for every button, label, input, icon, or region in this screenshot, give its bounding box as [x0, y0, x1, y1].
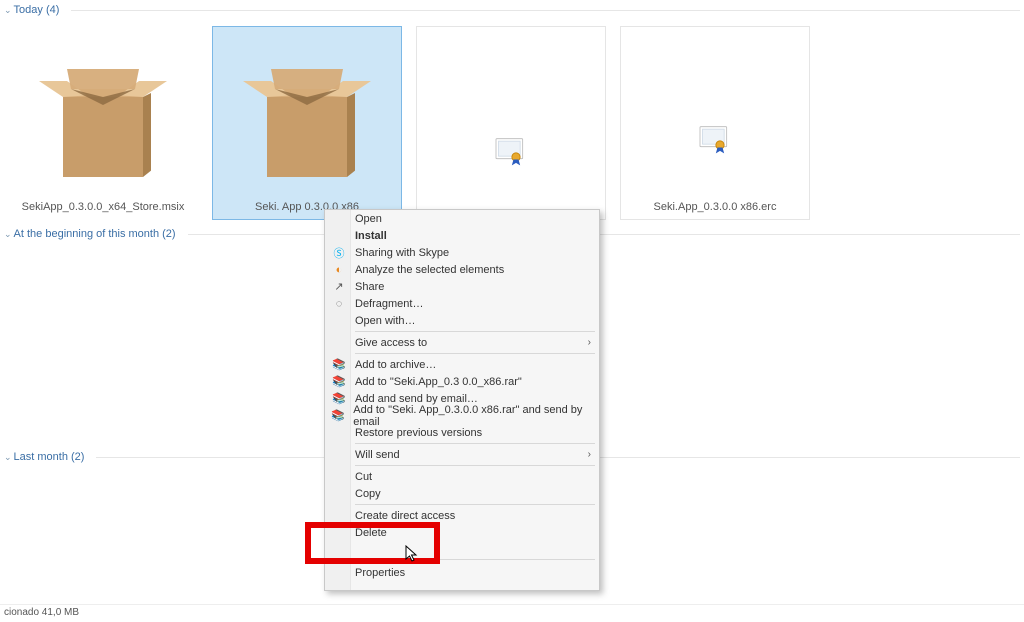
- file-label: Seki.App_0.3.0.0 x86.erc: [626, 201, 804, 213]
- analyze-icon: ◐: [329, 264, 349, 276]
- group-header-today[interactable]: ⌄ Today (4): [0, 0, 1024, 18]
- menu-will-send[interactable]: Will send ›: [325, 446, 599, 463]
- context-menu: Open Install Ⓢ Sharing with Skype ◐ Analyz…: [324, 209, 600, 591]
- menu-label: Add to "Seki.App_0.3 0.0_x86.rar": [355, 376, 522, 388]
- winrar-icon: 📚: [329, 409, 347, 422]
- chevron-down-icon: ⌄: [4, 5, 12, 16]
- file-row-today: SekiApp_0.3.0.0_x64_Store.msix Seki. App…: [0, 18, 1024, 220]
- menu-install[interactable]: Install: [325, 227, 599, 244]
- submenu-arrow-icon: ›: [588, 337, 591, 348]
- menu-label: Properties: [355, 567, 405, 579]
- menu-label: Open with…: [355, 315, 416, 327]
- menu-open-with[interactable]: Open with…: [325, 312, 599, 329]
- menu-label: Defragment…: [355, 298, 423, 310]
- chevron-down-icon: ⌄: [4, 229, 12, 240]
- menu-label: Add to archive…: [355, 359, 436, 371]
- certificate-icon: [494, 137, 528, 167]
- menu-open[interactable]: Open: [325, 210, 599, 227]
- menu-analyze[interactable]: ◐ Analyze the selected elements: [325, 261, 599, 278]
- submenu-arrow-icon: ›: [588, 449, 591, 460]
- menu-cut[interactable]: Cut: [325, 468, 599, 485]
- chevron-down-icon: ⌄: [4, 452, 12, 463]
- menu-separator: [355, 504, 595, 505]
- menu-label: Install: [355, 230, 387, 242]
- menu-restore-prev[interactable]: Restore previous versions: [325, 424, 599, 441]
- group-label: At the beginning of this month (2): [14, 228, 176, 240]
- menu-separator: [355, 465, 595, 466]
- menu-label: Create direct access: [355, 510, 455, 522]
- menu-separator: [355, 443, 595, 444]
- group-label: Today (4): [14, 4, 60, 16]
- menu-label: Give access to: [355, 337, 427, 349]
- group-label: Last month (2): [14, 451, 85, 463]
- skype-icon: Ⓢ: [329, 245, 349, 261]
- file-item-msix-2-selected[interactable]: Seki. App 0.3.0.0 x86: [212, 26, 402, 220]
- file-item-cert-1[interactable]: [416, 26, 606, 220]
- menu-properties[interactable]: Properties: [325, 562, 599, 584]
- menu-give-access[interactable]: Give access to ›: [325, 334, 599, 351]
- menu-label: Copy: [355, 488, 381, 500]
- menu-label: Delete: [355, 527, 387, 539]
- status-text: cionado 41,0 MB: [4, 607, 79, 618]
- menu-sharing-skype[interactable]: Ⓢ Sharing with Skype: [325, 244, 599, 261]
- winrar-icon: 📚: [329, 375, 349, 388]
- menu-add-rar1[interactable]: 📚 Add to "Seki.App_0.3 0.0_x86.rar": [325, 373, 599, 390]
- menu-delete[interactable]: Delete: [325, 524, 599, 541]
- menu-add-rar-send[interactable]: 📚Add to "Seki. App_0.3.0.0 x86.rar" and …: [325, 407, 599, 424]
- menu-label: Restore previous versions: [355, 427, 482, 439]
- menu-label: Cut: [355, 471, 372, 483]
- share-icon: ↗: [329, 280, 349, 293]
- file-label: SekiApp_0.3.0.0_x64_Store.msix: [14, 201, 192, 213]
- menu-label: Sharing with Skype: [355, 247, 449, 259]
- menu-copy[interactable]: Copy: [325, 485, 599, 502]
- defragment-icon: ◌: [329, 298, 349, 310]
- winrar-icon: 📚: [329, 392, 349, 405]
- menu-add-archive[interactable]: 📚 Add to archive…: [325, 356, 599, 373]
- menu-label: Open: [355, 213, 382, 225]
- menu-separator: [355, 559, 595, 560]
- menu-label: Will send: [355, 449, 400, 461]
- menu-share[interactable]: ↗ Share: [325, 278, 599, 295]
- winrar-icon: 📚: [329, 358, 349, 371]
- package-icon: [227, 55, 387, 195]
- menu-create-direct[interactable]: Create direct access: [325, 507, 599, 524]
- package-icon: [23, 55, 183, 195]
- file-item-msix-1[interactable]: SekiApp_0.3.0.0_x64_Store.msix: [8, 26, 198, 220]
- menu-label: Analyze the selected elements: [355, 264, 504, 276]
- menu-separator: [355, 331, 595, 332]
- certificate-icon: [698, 125, 732, 155]
- status-bar: cionado 41,0 MB: [0, 604, 1024, 622]
- menu-label: Share: [355, 281, 384, 293]
- file-item-cert-2[interactable]: Seki.App_0.3.0.0 x86.erc: [620, 26, 810, 220]
- menu-defragment[interactable]: ◌ Defragment…: [325, 295, 599, 312]
- menu-separator: [355, 353, 595, 354]
